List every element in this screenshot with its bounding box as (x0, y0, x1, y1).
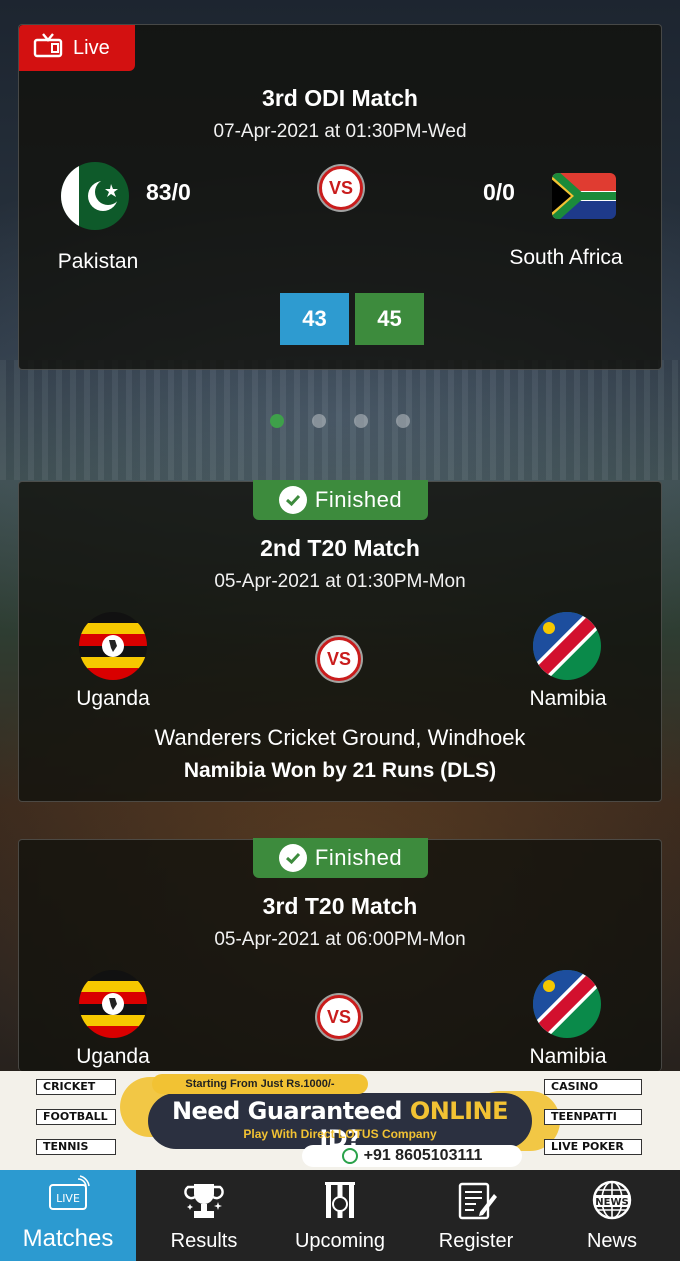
ad-phone-number: +91 8605103111 (363, 1147, 483, 1164)
nav-register[interactable]: Register (408, 1170, 544, 1261)
namibia-flag (533, 612, 601, 680)
pakistan-flag (61, 162, 129, 230)
team2-name: Namibia (529, 1045, 607, 1068)
nav-upcoming[interactable]: Upcoming (272, 1170, 408, 1261)
carousel-indicator (270, 414, 410, 428)
news-globe-icon: NEWS (590, 1180, 634, 1222)
check-icon (278, 486, 307, 514)
south-africa-flag (552, 173, 616, 219)
ad-games-list: CASINO TEENPATTI LIVE POKER (544, 1079, 674, 1169)
nav-matches[interactable]: LIVE Matches (0, 1170, 136, 1261)
match-date: 05-Apr-2021 at 01:30PM-Mon (214, 571, 466, 592)
finished-label: Finished (314, 845, 403, 870)
ad-sports-list: CRICKET FOOTBALL TENNIS (6, 1079, 116, 1169)
venue-text: Wanderers Cricket Ground, Windhoek (154, 725, 526, 750)
team2-name: Namibia (529, 687, 607, 710)
nav-news[interactable]: NEWS News (544, 1170, 680, 1261)
ad-tag-teenpatti: TEENPATTI (544, 1109, 642, 1125)
team1-name: Uganda (76, 1045, 150, 1068)
finished-badge: Finished (253, 838, 428, 878)
uganda-flag (79, 970, 147, 1038)
cricket-stumps-icon (318, 1180, 362, 1222)
nav-label: Register (438, 1230, 514, 1252)
match-date: 05-Apr-2021 at 06:00PM-Mon (214, 929, 466, 950)
carousel-dot[interactable] (396, 414, 410, 428)
uganda-flag (79, 612, 147, 680)
odds-back-button[interactable]: 43 (280, 293, 349, 345)
nav-label: Upcoming (294, 1230, 386, 1252)
check-icon (278, 844, 307, 872)
ad-price-tag: Starting From Just Rs.1000/- (152, 1074, 368, 1094)
team1-name: Uganda (76, 687, 150, 710)
ad-headline-highlight: ONLINE (409, 1097, 509, 1125)
bottom-nav: LIVE Matches Results Upcoming Register N… (0, 1170, 680, 1261)
nav-label: Matches (22, 1225, 114, 1252)
ad-tag-cricket: CRICKET (36, 1079, 116, 1095)
vs-badge: VS (317, 995, 361, 1039)
ad-headline-box: Need Guaranteed ONLINE ID? Play With Dir… (148, 1093, 532, 1153)
ad-phone[interactable]: +91 8605103111 (302, 1145, 522, 1167)
live-tv-icon: LIVE (46, 1175, 90, 1217)
svg-text:LIVE: LIVE (56, 1192, 80, 1205)
ad-subline: Play With Direct LOTUS Company (243, 1127, 437, 1141)
svg-text:NEWS: NEWS (595, 1197, 628, 1208)
ad-tag-casino: CASINO (544, 1079, 642, 1095)
whatsapp-icon (341, 1148, 358, 1164)
nav-label: News (586, 1230, 637, 1252)
team2-score: 0/0 (483, 179, 515, 205)
finished-badge: Finished (253, 480, 428, 520)
team1-score: 83/0 (146, 179, 191, 205)
trophy-icon (182, 1180, 226, 1222)
match-card-finished[interactable]: Finished 3rd T20 Match 05-Apr-2021 at 06… (18, 838, 662, 1071)
live-badge: Live (19, 25, 135, 71)
ad-tag-football: FOOTBALL (36, 1109, 116, 1125)
match-title: 3rd T20 Match (262, 893, 418, 919)
team1-name: Pakistan (57, 250, 139, 273)
team2-name: South Africa (509, 246, 623, 269)
ad-tag-tennis: TENNIS (36, 1139, 116, 1155)
result-text: Namibia Won by 21 Runs (DLS) (183, 759, 497, 782)
odds-lay-button[interactable]: 45 (355, 293, 424, 345)
register-form-icon (454, 1180, 498, 1222)
match-title: 2nd T20 Match (260, 535, 420, 561)
namibia-flag (533, 970, 601, 1038)
finished-label: Finished (314, 487, 403, 512)
match-card-finished[interactable]: Finished 2nd T20 Match 05-Apr-2021 at 01… (18, 480, 662, 802)
vs-badge: VS (319, 166, 363, 210)
ad-tag-live-poker: LIVE POKER (544, 1139, 642, 1155)
carousel-dot[interactable] (270, 414, 284, 428)
vs-badge: VS (317, 637, 361, 681)
ad-headline-part: Need Guaranteed (171, 1097, 410, 1125)
match-title: 3rd ODI Match (262, 85, 418, 111)
carousel-dot[interactable] (354, 414, 368, 428)
nav-label: Results (170, 1230, 238, 1252)
carousel-dot[interactable] (312, 414, 326, 428)
nav-results[interactable]: Results (136, 1170, 272, 1261)
live-label: Live (73, 36, 110, 59)
match-date: 07-Apr-2021 at 01:30PM-Wed (213, 121, 467, 142)
match-card-live[interactable]: Live 3rd ODI Match 07-Apr-2021 at 01:30P… (18, 24, 662, 370)
ad-banner[interactable]: CRICKET FOOTBALL TENNIS CASINO TEENPATTI… (0, 1071, 680, 1170)
live-tv-icon (33, 32, 63, 64)
